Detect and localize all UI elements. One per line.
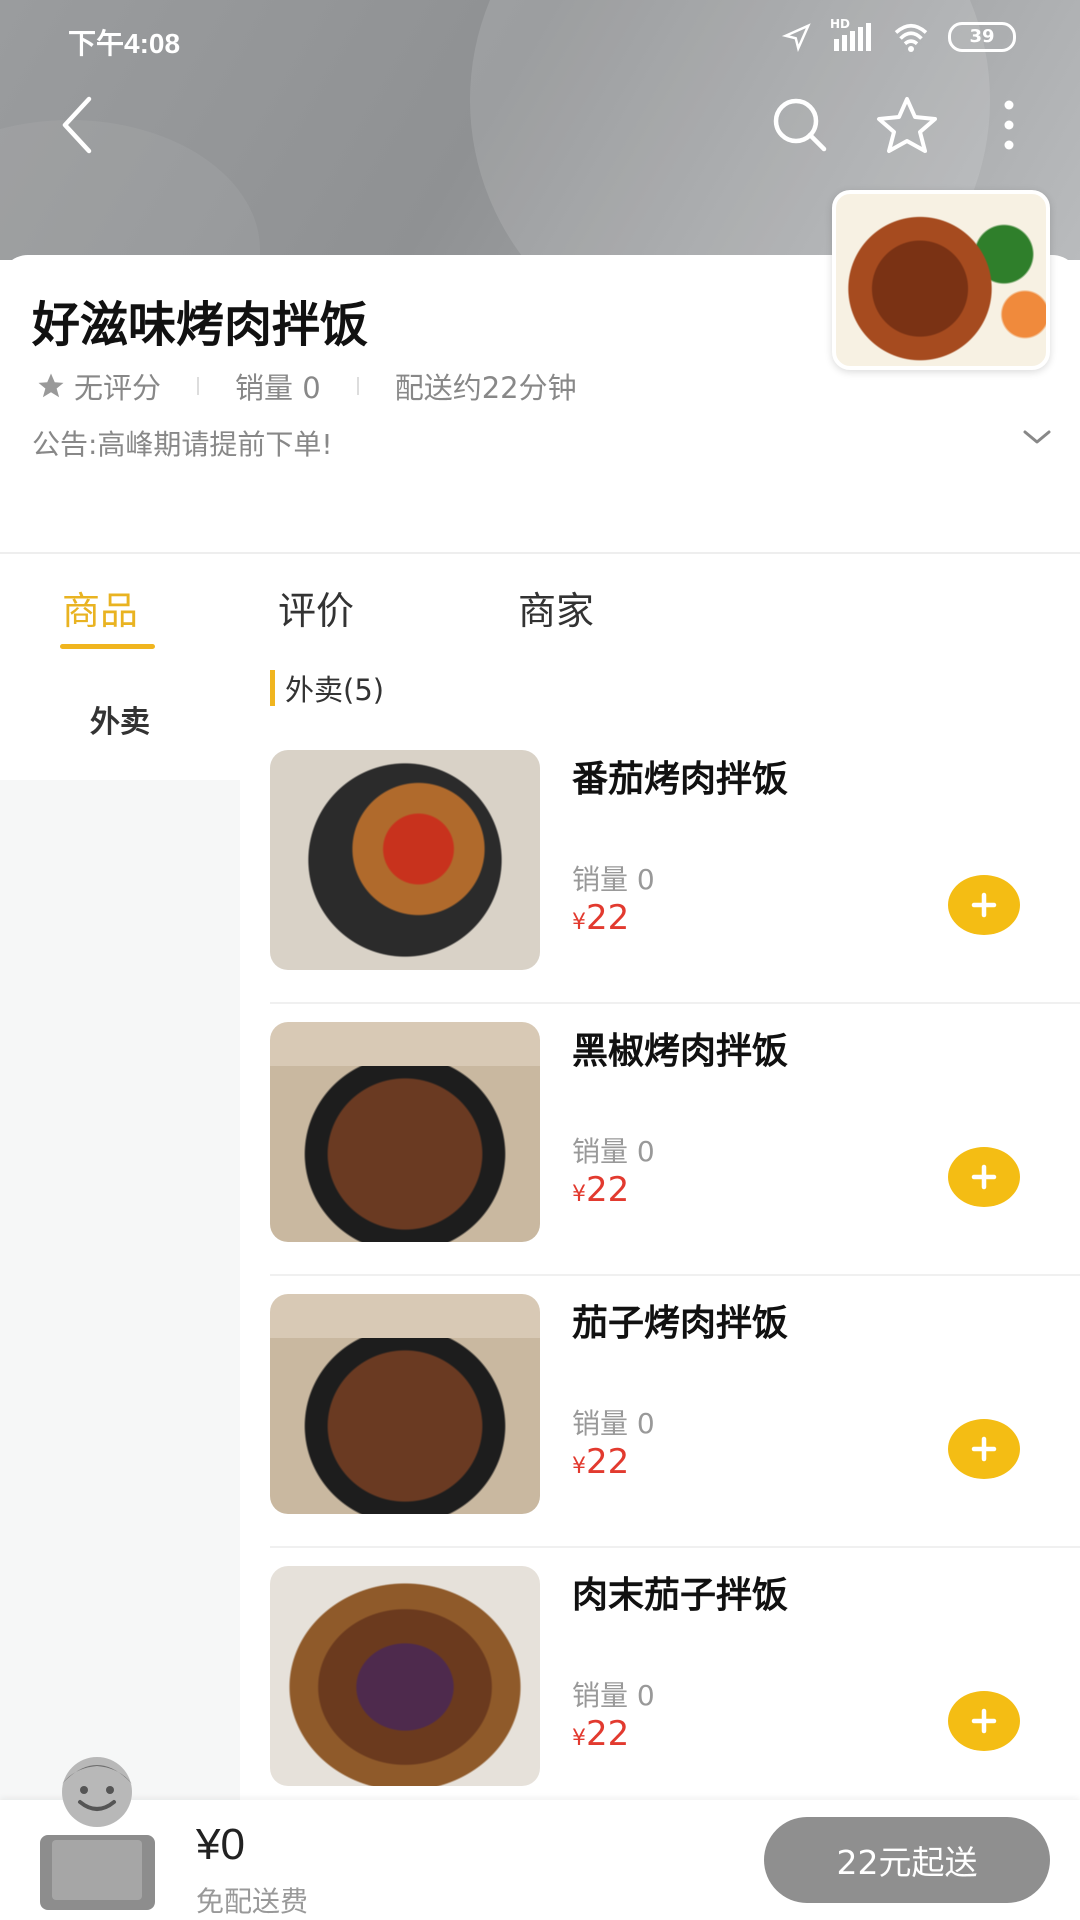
- section-header: 外卖(5): [270, 668, 384, 708]
- product-sales: 销量 0: [572, 1135, 655, 1168]
- product-item[interactable]: 肉末茄子拌饭 销量 0 ¥22: [270, 1566, 1080, 1838]
- signal-icon: HD: [830, 17, 874, 51]
- battery-level: 39: [969, 26, 995, 47]
- currency-symbol: ¥: [572, 1182, 586, 1207]
- price-value: 22: [586, 898, 630, 938]
- product-image: [270, 1022, 540, 1242]
- product-item[interactable]: 茄子烤肉拌饭 销量 0 ¥22: [270, 1294, 1080, 1566]
- row-divider: [270, 1002, 1080, 1004]
- product-item[interactable]: 番茄烤肉拌饭 销量 0 ¥22: [270, 750, 1080, 1022]
- shop-delivery-time: 配送约22分钟: [394, 371, 577, 405]
- product-name: 茄子烤肉拌饭: [572, 1303, 789, 1344]
- delivery-fee-label: 免配送费: [196, 1885, 309, 1918]
- price-value: 22: [586, 1714, 630, 1754]
- cart-mascot-icon[interactable]: [30, 1740, 165, 1915]
- category-label: 外卖: [90, 705, 150, 740]
- product-image: [270, 750, 540, 970]
- plus-icon: [971, 1164, 997, 1190]
- status-icons: HD 39: [782, 17, 1016, 52]
- add-to-cart-button[interactable]: [948, 1147, 1020, 1207]
- topbar: [0, 90, 1080, 160]
- tab-bar: 商品 评价 商家: [0, 560, 1080, 655]
- product-name: 番茄烤肉拌饭: [572, 759, 789, 800]
- shop-logo: [832, 190, 1050, 370]
- tab-goods[interactable]: 商品: [62, 580, 138, 635]
- star-icon: [877, 97, 937, 153]
- search-icon: [773, 98, 827, 152]
- section-accent-bar: [270, 670, 275, 706]
- currency-symbol: ¥: [572, 1726, 586, 1751]
- product-price: ¥22: [572, 1170, 629, 1210]
- product-price: ¥22: [572, 898, 629, 938]
- category-item-takeout[interactable]: 外卖: [0, 655, 240, 780]
- wifi-icon: [894, 23, 928, 52]
- add-to-cart-button[interactable]: [948, 1691, 1020, 1751]
- product-sales: 销量 0: [572, 1407, 655, 1440]
- cart-bar: ¥0 免配送费 22元起送: [0, 1757, 1080, 1920]
- shop-rating: 无评分: [74, 371, 162, 405]
- shop-meta: 无评分 销量 0 配送约22分钟: [36, 365, 577, 407]
- product-image: [270, 1294, 540, 1514]
- more-button[interactable]: [974, 90, 1044, 160]
- section-divider: [0, 552, 1080, 554]
- search-button[interactable]: [765, 90, 835, 160]
- network-label: HD: [830, 17, 851, 31]
- shop-sales: 销量 0: [235, 371, 321, 405]
- battery-icon: 39: [948, 22, 1016, 52]
- more-vertical-icon: [1004, 100, 1014, 150]
- back-icon: [62, 96, 92, 154]
- status-bar: 下午4:08 HD 39: [0, 0, 1080, 80]
- cart-total: ¥0: [196, 1820, 245, 1869]
- row-divider: [270, 1546, 1080, 1548]
- meta-divider: [356, 377, 359, 395]
- add-to-cart-button[interactable]: [948, 1419, 1020, 1479]
- tab-merchant[interactable]: 商家: [518, 580, 594, 635]
- location-arrow-icon: [782, 23, 811, 52]
- product-price: ¥22: [572, 1714, 629, 1754]
- tab-reviews[interactable]: 评价: [278, 580, 354, 635]
- shop-name: 好滋味烤肉拌饭: [32, 297, 369, 353]
- row-divider: [270, 1274, 1080, 1276]
- currency-symbol: ¥: [572, 910, 586, 935]
- product-price: ¥22: [572, 1442, 629, 1482]
- product-name: 黑椒烤肉拌饭: [572, 1031, 789, 1072]
- product-item[interactable]: 黑椒烤肉拌饭 销量 0 ¥22: [270, 1022, 1080, 1294]
- notice-expand-button[interactable]: [1022, 427, 1052, 451]
- section-title: 外卖(5): [285, 673, 385, 707]
- chevron-down-icon: [1023, 430, 1051, 444]
- active-tab-indicator: [60, 644, 155, 649]
- plus-icon: [971, 1708, 997, 1734]
- shop-notice: 公告:高峰期请提前下单!: [32, 428, 333, 461]
- rating-star-icon: [38, 373, 64, 398]
- category-sidebar: [0, 655, 240, 1800]
- status-time: 下午4:08: [68, 28, 181, 59]
- plus-icon: [971, 892, 997, 918]
- plus-icon: [971, 1436, 997, 1462]
- product-image: [270, 1566, 540, 1786]
- product-sales: 销量 0: [572, 863, 655, 896]
- back-button[interactable]: [42, 90, 112, 160]
- product-sales: 销量 0: [572, 1679, 655, 1712]
- favorite-button[interactable]: [872, 90, 942, 160]
- price-value: 22: [586, 1442, 630, 1482]
- price-value: 22: [586, 1170, 630, 1210]
- minimum-order-button[interactable]: 22元起送: [764, 1817, 1050, 1903]
- product-name: 肉末茄子拌饭: [572, 1575, 789, 1616]
- meta-divider: [197, 377, 200, 395]
- add-to-cart-button[interactable]: [948, 875, 1020, 935]
- currency-symbol: ¥: [572, 1454, 586, 1479]
